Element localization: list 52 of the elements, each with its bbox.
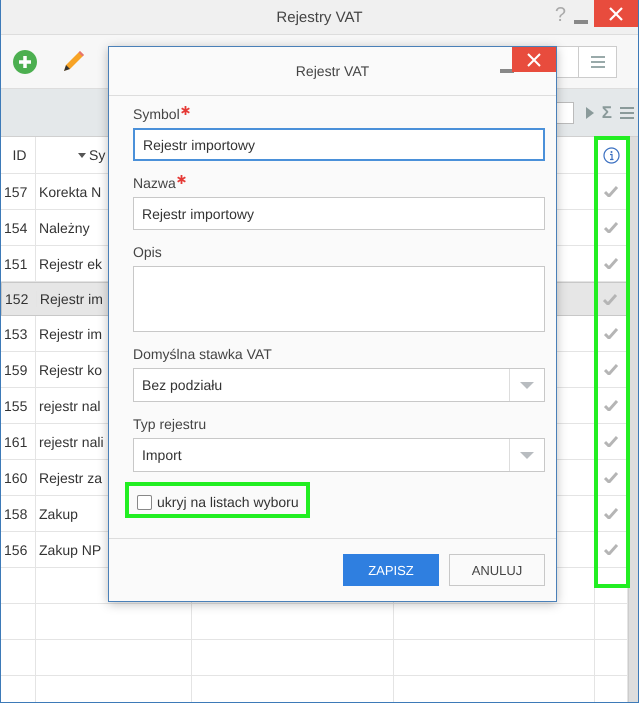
caret-icon: [520, 382, 534, 388]
dropdown[interactable]: Bez podziału: [133, 368, 545, 402]
play-icon[interactable]: [586, 106, 594, 118]
dialog-title: Rejestr VAT: [296, 63, 370, 79]
table-cell: 158: [4, 506, 28, 522]
menu-icon: [590, 56, 604, 68]
checkbox[interactable]: [137, 494, 152, 510]
field-label: Typ rejestru: [133, 416, 206, 432]
table-cell: 155: [4, 398, 28, 414]
text-area[interactable]: [133, 266, 545, 332]
close-icon: [527, 52, 541, 66]
table-cell: Rejestr ek: [39, 256, 102, 272]
caret-icon: [520, 452, 534, 458]
column-header[interactable]: Sy: [89, 147, 106, 163]
close-icon: [608, 6, 624, 22]
window-title: Rejestry VAT: [276, 8, 363, 26]
table-cell: 159: [4, 362, 28, 378]
field-label: Symbol: [133, 106, 180, 122]
add-icon[interactable]: [13, 50, 37, 74]
field-label: Domyślna stawka VAT: [133, 346, 272, 362]
checkbox-label[interactable]: ukryj na listach wyboru: [157, 494, 299, 510]
table-cell: 154: [4, 220, 28, 236]
field-label: Opis: [133, 244, 162, 260]
close-button[interactable]: [512, 47, 556, 72]
table-cell: 157: [4, 184, 28, 200]
table-cell: rejestr nali: [39, 434, 104, 450]
table-cell: 153: [4, 326, 28, 342]
dropdown[interactable]: Import: [133, 438, 545, 472]
table-cell: 152: [5, 291, 28, 307]
menu-button[interactable]: [579, 46, 617, 78]
menu-icon[interactable]: [620, 106, 634, 118]
info-icon: [602, 146, 620, 164]
text-field[interactable]: Rejestr importowy: [133, 128, 545, 161]
field-label: Nazwa: [133, 175, 176, 191]
table-cell: 160: [4, 470, 28, 486]
close-button[interactable]: [594, 0, 638, 27]
table-cell: Rejestr za: [39, 470, 102, 486]
table-cell: Rejestr ko: [39, 362, 102, 378]
table-cell: 156: [4, 542, 28, 558]
column-header[interactable]: ID: [12, 147, 26, 163]
table-cell: 161: [4, 434, 28, 450]
cancel-button[interactable]: ANULUJ: [449, 554, 545, 586]
table-cell: Zakup: [39, 506, 78, 522]
table-cell: Należny: [39, 220, 90, 236]
table-cell: Rejestr im: [40, 291, 103, 307]
table-cell: Zakup NP: [39, 542, 102, 558]
table-cell: rejestr nal: [39, 398, 100, 414]
text-field[interactable]: Rejestr importowy: [133, 197, 545, 230]
table-cell: Korekta N: [39, 184, 102, 200]
save-button[interactable]: ZAPISZ: [343, 554, 439, 586]
table-cell: Rejestr im: [39, 326, 102, 342]
table-cell: 151: [4, 256, 28, 272]
